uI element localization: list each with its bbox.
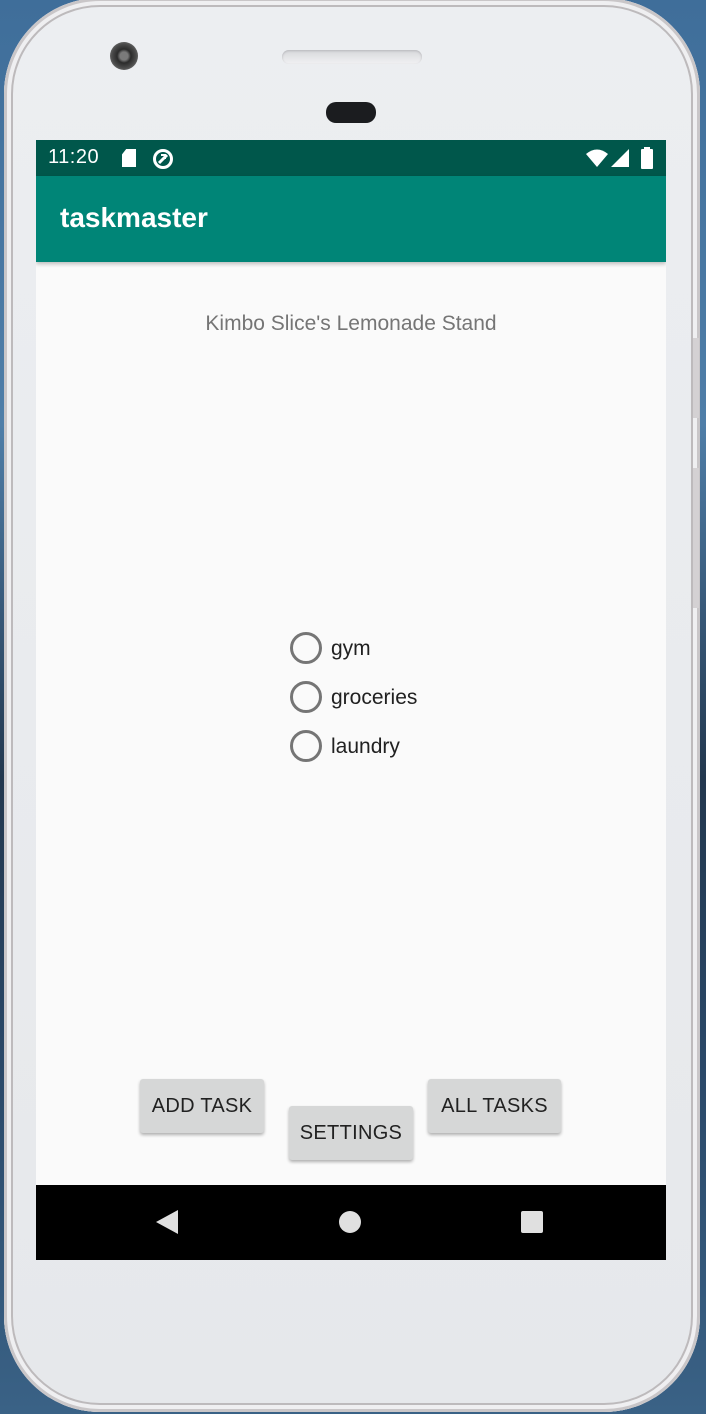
task-label: gym	[331, 637, 371, 660]
radio-button-icon[interactable]	[290, 632, 322, 664]
back-icon[interactable]	[156, 1210, 178, 1234]
sd-card-icon	[122, 149, 136, 167]
team-name-label: Kimbo Slice's Lemonade Stand	[205, 312, 497, 335]
home-icon[interactable]	[339, 1211, 361, 1233]
status-time: 11:20	[48, 146, 100, 168]
proximity-sensor	[326, 102, 376, 123]
cell-signal-icon	[611, 149, 629, 167]
task-radio-group: gym groceries laundry	[290, 630, 510, 777]
recents-icon[interactable]	[521, 1211, 543, 1233]
task-radio-groceries[interactable]: groceries	[290, 679, 510, 728]
volume-button	[693, 468, 699, 608]
app-bar: taskmaster	[36, 176, 666, 262]
radio-button-icon[interactable]	[290, 730, 322, 762]
radio-button-icon[interactable]	[290, 681, 322, 713]
navigation-bar	[36, 1185, 666, 1260]
wifi-icon	[586, 149, 608, 167]
task-label: laundry	[331, 735, 400, 758]
settings-button[interactable]: SETTINGS	[289, 1106, 413, 1160]
sync-icon	[153, 149, 173, 169]
task-label: groceries	[331, 686, 418, 709]
all-tasks-button[interactable]: ALL TASKS	[428, 1079, 561, 1133]
front-camera-icon	[110, 42, 138, 70]
task-radio-laundry[interactable]: laundry	[290, 728, 510, 777]
battery-icon	[641, 147, 653, 169]
add-task-button[interactable]: ADD TASK	[140, 1079, 264, 1133]
task-radio-gym[interactable]: gym	[290, 630, 510, 679]
app-title: taskmaster	[60, 202, 208, 233]
earpiece-speaker	[282, 50, 422, 64]
power-button	[693, 338, 699, 418]
device-screen: 11:20 taskmaster Kimbo Slice's Lemonade …	[36, 140, 666, 1260]
status-bar: 11:20	[36, 140, 666, 176]
